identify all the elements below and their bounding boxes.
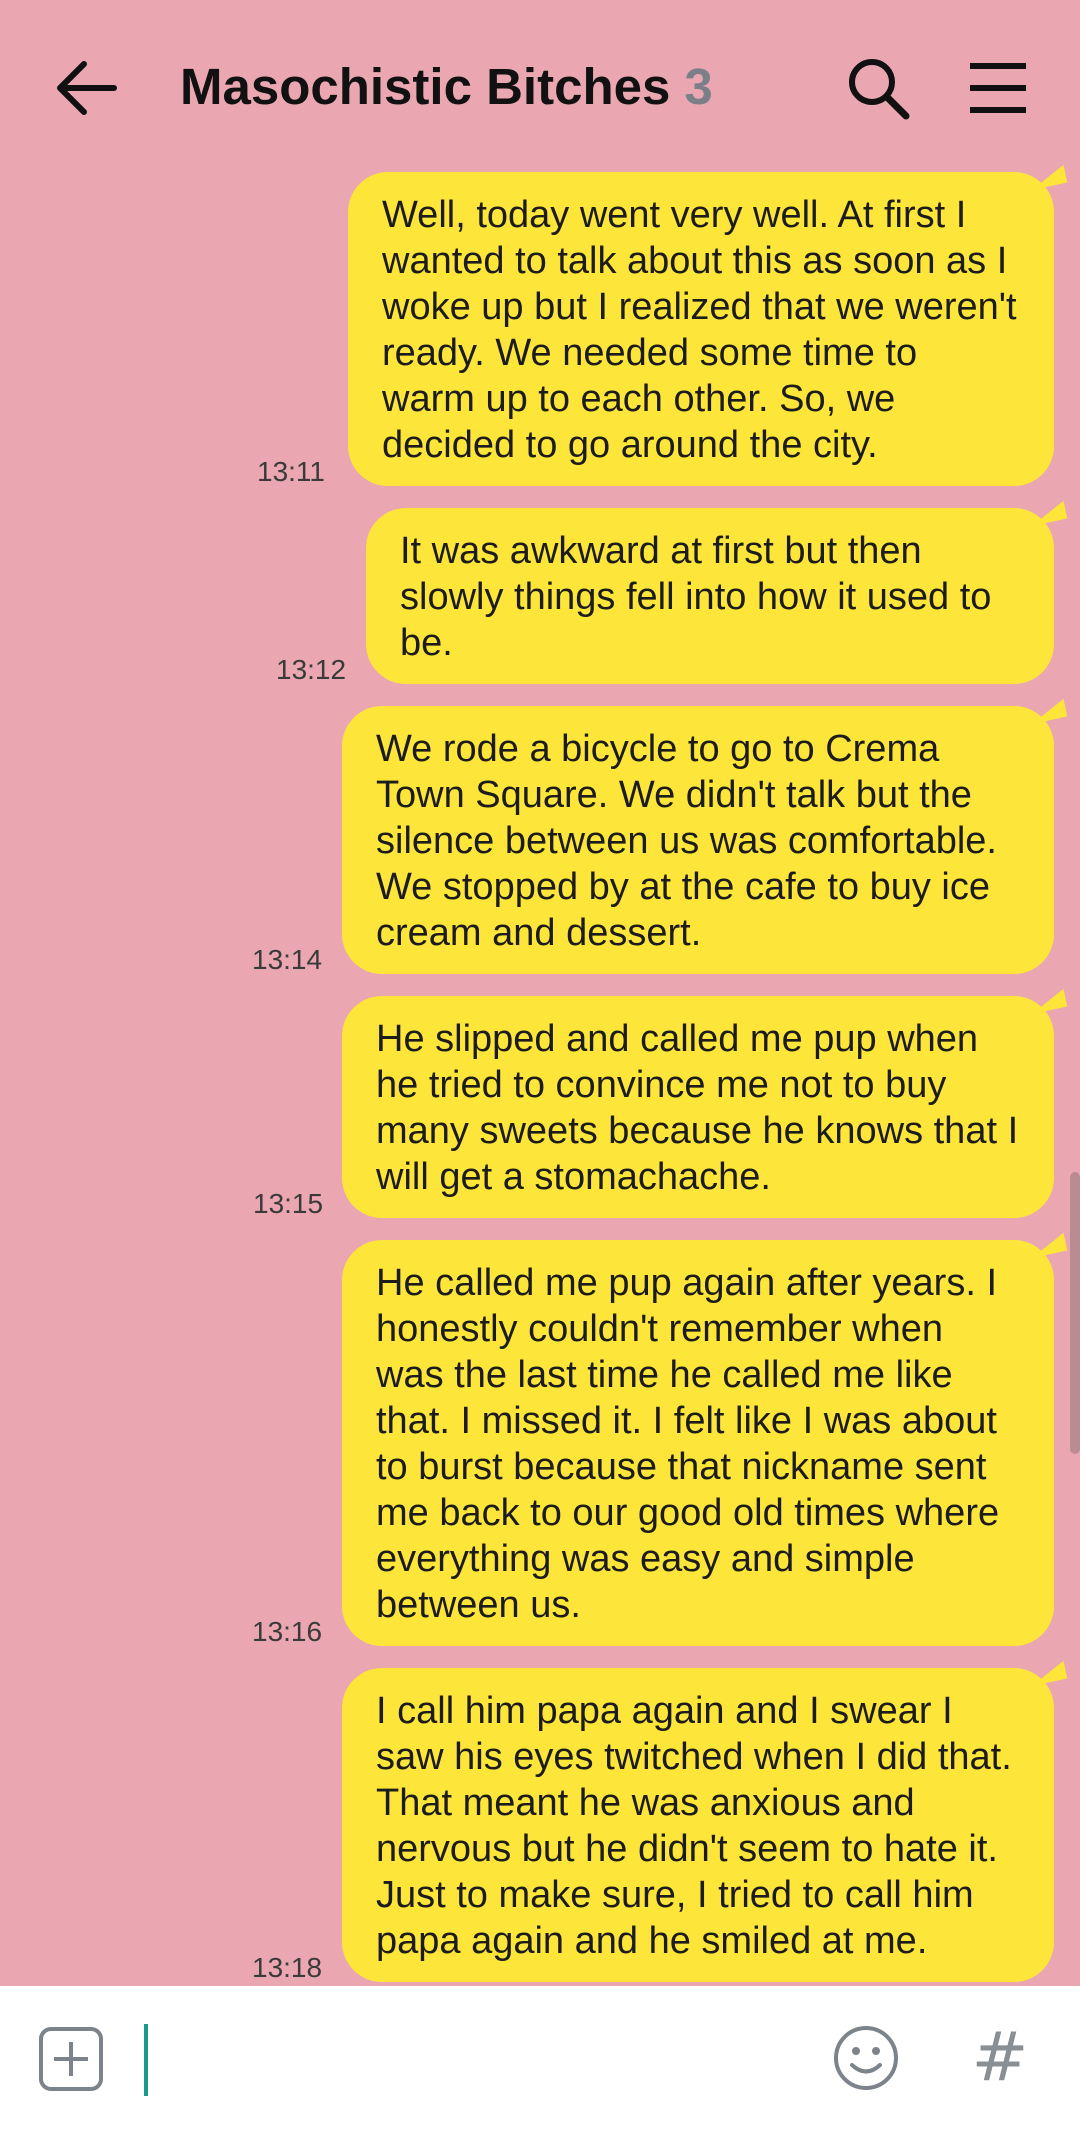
member-count: 3 — [684, 58, 713, 115]
message-item: He slipped and called me pup when he tri… — [342, 996, 1054, 1218]
search-icon — [849, 59, 910, 120]
message-timestamp: 13:15 — [253, 1188, 324, 1219]
message-timestamp: 13:18 — [252, 1952, 323, 1983]
back-button[interactable] — [50, 50, 126, 126]
message-text: We rode a bicycle to go to Crema Town Sq… — [376, 728, 997, 954]
message-bubble[interactable]: Well, today went very well. At first I w… — [348, 172, 1054, 486]
emoji-button[interactable] — [830, 2022, 902, 2094]
message-bubble[interactable]: He called me pup again after years. I ho… — [342, 1240, 1054, 1646]
chat-header: Masochistic Bitches 3 — [0, 0, 1080, 170]
message-list[interactable]: Well, today went very well. At first I w… — [0, 170, 1080, 1986]
attach-button[interactable] — [38, 2026, 104, 2092]
message-bubble[interactable]: He slipped and called me pup when he tri… — [342, 996, 1054, 1218]
search-button[interactable] — [842, 52, 914, 124]
chat-name: Masochistic Bitches — [180, 58, 671, 115]
message-timestamp: 13:14 — [252, 944, 323, 975]
message-timestamp: 13:16 — [252, 1616, 323, 1647]
message-text: He called me pup again after years. I ho… — [376, 1262, 1000, 1626]
message-text: Well, today went very well. At first I w… — [382, 194, 1017, 466]
message-input[interactable] — [140, 2012, 804, 2104]
chat-title: Masochistic Bitches 3 — [180, 52, 713, 122]
message-text: I call him papa again and I swear I saw … — [376, 1690, 1012, 1962]
message-text: He slipped and called me pup when he tri… — [376, 1018, 1019, 1198]
plus-square-icon — [39, 2027, 103, 2091]
menu-button[interactable] — [962, 52, 1034, 124]
message-input-bar: # — [0, 1986, 1080, 2130]
message-text: It was awkward at first but then slowly … — [400, 530, 992, 664]
scrollbar[interactable] — [1070, 1172, 1080, 1454]
text-caret — [144, 2024, 148, 2096]
message-item: It was awkward at first but then slowly … — [366, 508, 1054, 684]
hashtag-button[interactable]: # — [970, 2016, 1030, 2100]
message-timestamp: 13:12 — [276, 654, 347, 685]
message-item: He called me pup again after years. I ho… — [342, 1240, 1054, 1646]
emoji-icon — [834, 2026, 898, 2090]
back-arrow-icon — [57, 61, 117, 115]
message-bubble[interactable]: We rode a bicycle to go to Crema Town Sq… — [342, 706, 1054, 974]
message-bubble[interactable]: It was awkward at first but then slowly … — [366, 508, 1054, 684]
message-item: I call him papa again and I swear I saw … — [342, 1668, 1054, 1982]
message-timestamp: 13:11 — [257, 456, 325, 487]
hamburger-menu-icon — [970, 63, 1026, 113]
message-bubble[interactable]: I call him papa again and I swear I saw … — [342, 1668, 1054, 1982]
message-item: We rode a bicycle to go to Crema Town Sq… — [342, 706, 1054, 974]
message-item: Well, today went very well. At first I w… — [348, 172, 1054, 486]
